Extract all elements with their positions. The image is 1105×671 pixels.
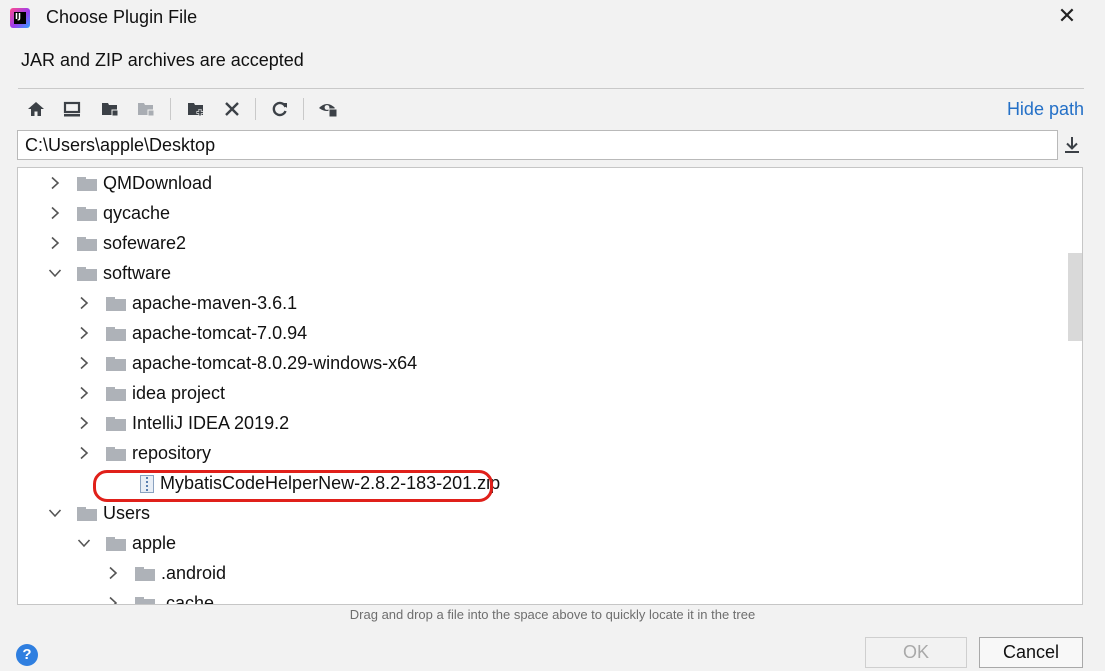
tree-folder-row[interactable]: IntelliJ IDEA 2019.2 [18,408,1058,438]
tree-item-label: apache-tomcat-7.0.94 [132,323,308,343]
tree-folder-row[interactable]: qycache [18,198,1058,228]
tree-item-label: idea project [132,383,226,403]
chevron-down-icon[interactable] [77,528,91,558]
folder-icon [106,387,126,401]
download-icon[interactable] [1062,134,1082,156]
refresh-icon[interactable] [267,96,293,122]
chevron-right-icon[interactable] [77,408,91,438]
folder-icon [106,297,126,311]
tree-folder-row[interactable]: sofeware2 [18,228,1058,258]
drag-drop-hint: Drag and drop a file into the space abov… [349,607,756,622]
folder-icon [106,447,126,461]
tree-folder-row[interactable]: apache-tomcat-7.0.94 [18,318,1058,348]
folder-icon [135,597,155,604]
tree-item-label: repository [132,443,212,463]
chevron-right-icon[interactable] [77,348,91,378]
title-bar: IJ Choose Plugin File ✕ [0,0,1105,38]
tree-folder-row[interactable]: Users [18,498,1058,528]
chevron-right-icon[interactable] [106,588,120,604]
dialog-description: JAR and ZIP archives are accepted [21,50,304,70]
close-icon[interactable]: ✕ [1055,5,1079,29]
folder-icon [106,537,126,551]
toolbar-separator [170,98,171,120]
tree-item-label: apache-tomcat-8.0.29-windows-x64 [132,353,418,373]
folder-icon [106,327,126,341]
highlight-annotation [93,470,493,502]
scrollbar[interactable] [1068,253,1082,341]
tree-folder-row[interactable]: .android [18,558,1058,588]
module-folder-icon[interactable] [133,96,159,122]
chevron-down-icon[interactable] [48,498,62,528]
file-chooser-toolbar: Hide path [18,94,1084,126]
intellij-app-icon: IJ [10,8,30,28]
folder-icon [77,237,97,251]
folder-icon [77,207,97,221]
tree-folder-row[interactable]: QMDownload [18,168,1058,198]
tree-item-label: .cache [161,593,215,605]
path-input[interactable]: C:\Users\apple\Desktop [17,130,1058,160]
chevron-right-icon[interactable] [77,288,91,318]
chevron-right-icon[interactable] [77,378,91,408]
file-tree[interactable]: QMDownload qycache sofeware2 software apache… [17,167,1083,605]
tree-item-label: IntelliJ IDEA 2019.2 [132,413,290,433]
folder-icon [77,177,97,191]
chevron-right-icon[interactable] [48,228,62,258]
tree-item-label: .android [161,563,227,583]
tree-folder-row[interactable]: idea project [18,378,1058,408]
tree-item-label: apple [132,533,177,553]
chevron-right-icon[interactable] [77,438,91,468]
tree-folder-row[interactable]: software [18,258,1058,288]
chevron-right-icon[interactable] [48,168,62,198]
ok-button[interactable]: OK [865,637,967,668]
tree-folder-row[interactable]: apache-maven-3.6.1 [18,288,1058,318]
tree-item-label: software [103,263,172,283]
help-icon[interactable]: ? [16,644,38,666]
dialog-title: Choose Plugin File [46,7,198,27]
folder-icon [106,417,126,431]
folder-icon [77,507,97,521]
tree-item-label: apache-maven-3.6.1 [132,293,298,313]
home-icon[interactable] [23,96,49,122]
folder-icon [106,357,126,371]
toolbar-separator [303,98,304,120]
tree-folder-row[interactable]: apache-tomcat-8.0.29-windows-x64 [18,348,1058,378]
tree-item-label: QMDownload [103,173,213,193]
desktop-icon[interactable] [59,96,85,122]
folder-icon [135,567,155,581]
tree-item-label: sofeware2 [103,233,187,253]
folder-icon [77,267,97,281]
new-folder-icon[interactable] [183,96,209,122]
show-hidden-icon[interactable] [315,96,341,122]
delete-icon[interactable] [219,96,245,122]
tree-folder-row[interactable]: repository [18,438,1058,468]
cancel-button[interactable]: Cancel [979,637,1083,668]
divider [18,88,1084,89]
chevron-down-icon[interactable] [48,258,62,288]
chevron-right-icon[interactable] [48,198,62,228]
tree-item-label: qycache [103,203,171,223]
toolbar-separator [255,98,256,120]
hide-path-link[interactable]: Hide path [1007,99,1084,120]
chevron-right-icon[interactable] [106,558,120,588]
tree-item-label: Users [103,503,151,523]
project-folder-icon[interactable] [97,96,123,122]
tree-folder-row[interactable]: .cache [18,588,1058,605]
chevron-right-icon[interactable] [77,318,91,348]
tree-folder-row[interactable]: apple [18,528,1058,558]
